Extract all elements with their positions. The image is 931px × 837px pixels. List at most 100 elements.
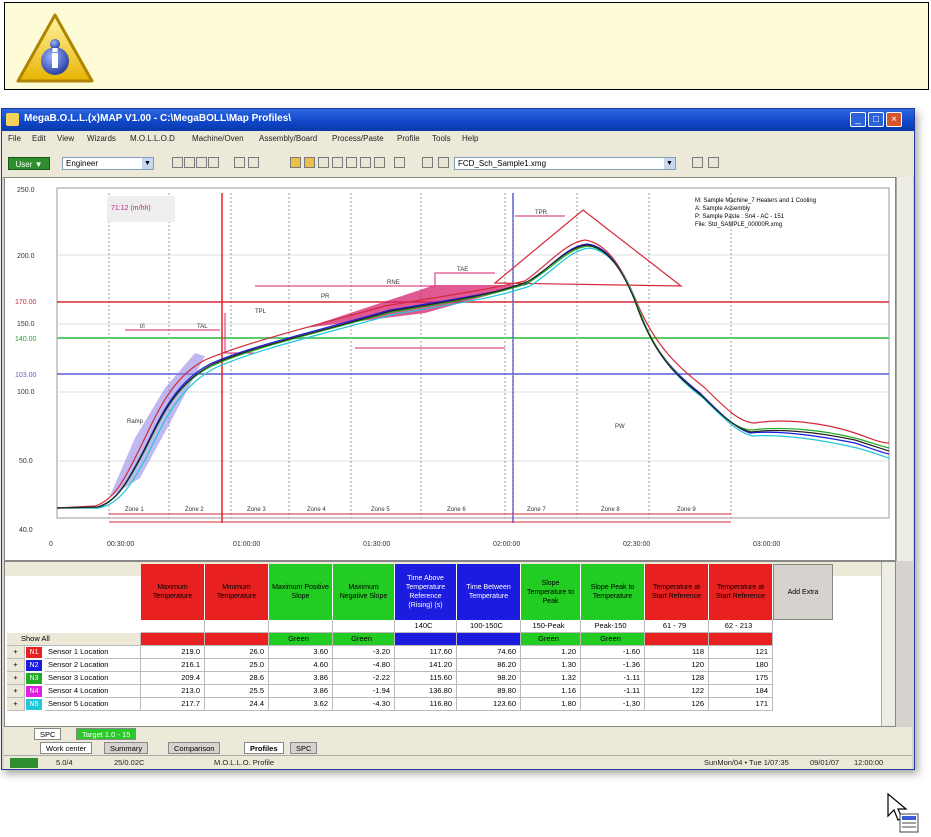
sensor-name[interactable]: Sensor 4 Location: [45, 685, 141, 698]
limit-cell: [333, 620, 395, 633]
info-file: File: Std_SAMPLE_00000R.xmg: [695, 222, 782, 228]
header-max-pos-slope[interactable]: Maximum Positive Slope: [269, 564, 333, 620]
y-tick-100: 100.0: [17, 389, 35, 396]
first-icon[interactable]: [422, 157, 433, 168]
tab-spc[interactable]: SPC: [290, 742, 318, 754]
header-temp-start-2[interactable]: Temperature at Start Reference: [709, 564, 773, 620]
ruler-icon[interactable]: [346, 157, 357, 168]
header-max-temp[interactable]: Maximum Temperature: [141, 564, 205, 620]
header-add-extra[interactable]: Add Extra: [773, 564, 833, 620]
new-icon[interactable]: [172, 157, 183, 168]
x-tick-1: 00:30:00: [107, 541, 134, 548]
title-bar: MegaB.O.L.L.(x)MAP V1.00 - C:\MegaBOLL\M…: [2, 109, 914, 131]
save-icon[interactable]: [196, 157, 207, 168]
next-icon[interactable]: [692, 157, 703, 168]
cursor-time-label: 71:12 (m/hh): [111, 205, 151, 212]
menu-process-paste[interactable]: Process/Paste: [332, 134, 384, 143]
menu-machine-oven[interactable]: Machine/Oven: [192, 134, 244, 143]
status-mode: M.O.L.L.O. Profile: [214, 758, 275, 767]
header-time-between[interactable]: Time Between Temperature: [457, 564, 521, 620]
value-cell: 117.60: [395, 646, 457, 659]
menu-assembly-board[interactable]: Assembly/Board: [259, 134, 317, 143]
menu-profile[interactable]: Profile: [397, 134, 420, 143]
chart-icon[interactable]: [318, 157, 329, 168]
show-all-label[interactable]: Show All: [7, 633, 141, 646]
status-cell: [457, 633, 521, 646]
tab-profiles[interactable]: Profiles: [244, 742, 284, 754]
info-assembly: A: Sample Assembly: [695, 206, 750, 212]
tab-summary[interactable]: Summary: [104, 742, 149, 754]
y-tick-140: 140.00: [15, 336, 37, 343]
chevron-down-icon: ▼: [142, 158, 153, 169]
row-expand-icon[interactable]: +: [7, 646, 25, 659]
last-icon[interactable]: [708, 157, 719, 168]
value-cell: -1.94: [333, 685, 395, 698]
value-cell: 118: [645, 646, 709, 659]
x-tick-6: 03:00:00: [753, 541, 780, 548]
tab-work-center[interactable]: Work center: [40, 742, 93, 754]
help-icon[interactable]: [394, 157, 405, 168]
row-expand-icon[interactable]: +: [7, 685, 25, 698]
value-cell: 136.80: [395, 685, 457, 698]
menu-help[interactable]: Help: [462, 134, 478, 143]
menu-file[interactable]: File: [8, 134, 21, 143]
folder-icon[interactable]: [290, 157, 301, 168]
status-ratio: 5.0/4: [56, 758, 73, 767]
annotation-tae: TAE: [457, 267, 468, 273]
value-cell: 217.7: [141, 698, 205, 711]
row-expand-icon[interactable]: +: [7, 698, 25, 711]
value-cell: -1.36: [581, 659, 645, 672]
profile-chart-svg[interactable]: 71:12 (m/hh) M: Sample Machine_7 Heaters…: [5, 178, 895, 560]
x-tick-0: 0: [49, 541, 53, 548]
open-icon[interactable]: [184, 157, 195, 168]
menu-wizards[interactable]: Wizards: [87, 134, 116, 143]
tab-comparison[interactable]: Comparison: [168, 742, 221, 754]
sensor-name[interactable]: Sensor 5 Location: [45, 698, 141, 711]
previous-icon[interactable]: [438, 157, 449, 168]
sub-tab-bar: SPC Target 1.0 - 15: [4, 727, 912, 741]
header-slope-from-peak[interactable]: Slope Peak to Temperature: [581, 564, 645, 620]
tab-spc-top[interactable]: SPC: [34, 728, 62, 740]
tab-target[interactable]: Target 1.0 - 15: [76, 728, 137, 740]
menu-tools[interactable]: Tools: [432, 134, 451, 143]
zoom-in-icon[interactable]: [234, 157, 245, 168]
header-time-above[interactable]: Time Above Temperature Reference (Rising…: [395, 564, 457, 620]
header-slope-to-peak[interactable]: Slope Temperature to Peak: [521, 564, 581, 620]
zoom-out-icon[interactable]: [248, 157, 259, 168]
sensor-name[interactable]: Sensor 1 Location: [45, 646, 141, 659]
header-min-temp[interactable]: Minimum Temperature: [205, 564, 269, 620]
table-icon[interactable]: [332, 157, 343, 168]
header-max-neg-slope[interactable]: Maximum Negative Slope: [333, 564, 395, 620]
settings-icon[interactable]: [374, 157, 385, 168]
chart-scrollbar[interactable]: [896, 177, 913, 561]
menu-view[interactable]: View: [57, 134, 74, 143]
value-cell: 25.0: [205, 659, 269, 672]
value-cell: 121: [709, 646, 773, 659]
print-icon[interactable]: [208, 157, 219, 168]
menu-edit[interactable]: Edit: [32, 134, 46, 143]
maximize-icon[interactable]: □: [868, 112, 884, 127]
row-expand-icon[interactable]: +: [7, 659, 25, 672]
limit-cell: [141, 620, 205, 633]
profile-file-select[interactable]: FCD_Sch_Sample1.xmg ▼: [454, 157, 676, 170]
information-icon: [16, 13, 94, 83]
cursor-icon[interactable]: [360, 157, 371, 168]
table-scrollbar[interactable]: [881, 562, 895, 726]
profile-chart[interactable]: 71:12 (m/hh) M: Sample Machine_7 Heaters…: [4, 177, 896, 561]
mode-select[interactable]: Engineer ▼: [62, 157, 154, 170]
sensor-name[interactable]: Sensor 2 Location: [45, 659, 141, 672]
folder-open-icon[interactable]: [304, 157, 315, 168]
header-temp-start-1[interactable]: Temperature at Start Reference: [645, 564, 709, 620]
row-expand-icon[interactable]: +: [7, 672, 25, 685]
user-button[interactable]: User ▼: [8, 157, 50, 170]
sensor-name[interactable]: Sensor 3 Location: [45, 672, 141, 685]
minimize-icon[interactable]: _: [850, 112, 866, 127]
value-cell: 219.0: [141, 646, 205, 659]
value-cell: 184: [709, 685, 773, 698]
annotation-tpl: TPL: [255, 309, 267, 315]
value-cell: 123.60: [457, 698, 521, 711]
limit-cell: 140C: [395, 620, 457, 633]
annotation-tal: TAL: [197, 324, 208, 330]
menu-mollod[interactable]: M.O.L.L.O.D: [130, 134, 175, 143]
close-icon[interactable]: ×: [886, 112, 902, 127]
